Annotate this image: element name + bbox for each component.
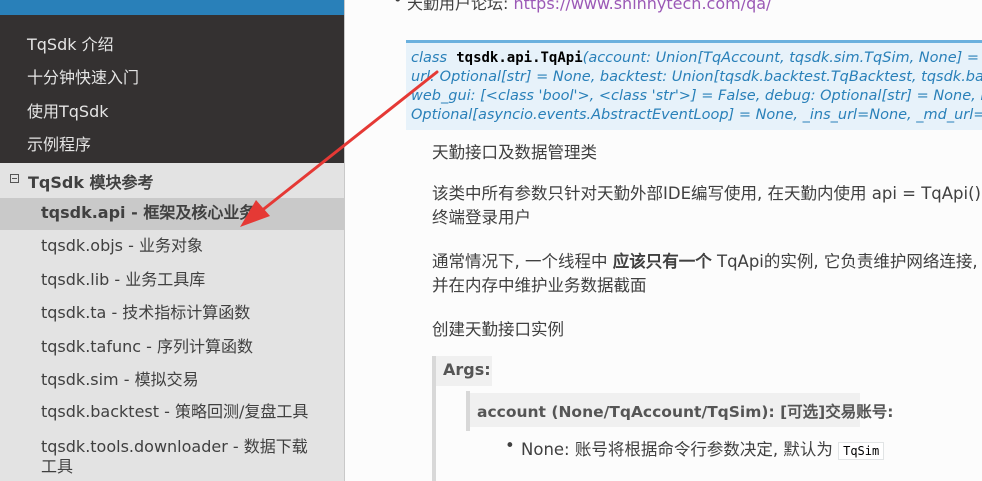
signature-name: tqsdk.api.TqApi — [456, 50, 583, 66]
param-header: account (None/TqAccount/TqSim): [可选]交易账号… — [470, 393, 893, 427]
signature-line-1: class tqsdk.api.TqApi(account: Union[TqA… — [411, 49, 982, 68]
sidebar-subitem-label: tqsdk.api - 框架及核心业务 — [41, 203, 256, 222]
sidebar-item-label: TqSdk 模块参考 — [28, 173, 154, 192]
sidebar-subitem-label-line1: tqsdk.tools.downloader - 数据下载 — [41, 437, 308, 456]
sidebar-subitem-sim[interactable]: tqsdk.sim - 模拟交易 — [0, 365, 345, 397]
signature-line-2: url: Optional[str] = None, backtest: Uni… — [411, 69, 982, 85]
forum-label: 天勤用户论坛: — [407, 0, 514, 13]
sidebar-subitem-label: tqsdk.backtest - 策略回测/复盘工具 — [41, 402, 309, 421]
sidebar-subitem-api[interactable]: tqsdk.api - 框架及核心业务 — [0, 198, 345, 230]
sidebar-subitem-backtest[interactable]: tqsdk.backtest - 策略回测/复盘工具 — [0, 397, 345, 429]
sidebar-subitem-label: tqsdk.tools.downloader - 数据下载 工具 — [41, 437, 308, 477]
sidebar-subitem-downloader[interactable]: tqsdk.tools.downloader - 数据下载 工具 — [0, 432, 345, 481]
param-block: account (None/TqAccount/TqSim): [可选]交易账号… — [466, 391, 982, 431]
param-item-text: None: 账号将根据命令行参数决定, 默认为 — [521, 440, 839, 459]
forum-link[interactable]: https://www.shinnytech.com/qa/ — [513, 0, 771, 13]
args-label: Args: — [443, 360, 491, 379]
param-list-item: • None: 账号将根据命令行参数决定, 默认为 TqSim — [505, 436, 885, 460]
sidebar-subitem-ta[interactable]: tqsdk.ta - 技术指标计算函数 — [0, 298, 345, 330]
bullet-icon: • — [505, 436, 515, 455]
signature-keyword: class — [411, 50, 447, 66]
sidebar-subitem-label: tqsdk.sim - 模拟交易 — [41, 370, 199, 389]
sidebar-item-intro[interactable]: TqSdk 介绍 — [27, 34, 114, 56]
description-title: 天勤接口及数据管理类 — [432, 143, 597, 162]
signature-params-1: (account: Union[TqAccount, tqsdk.sim.TqS… — [582, 50, 982, 66]
forum-list-item: • 天勤用户论坛: https://www.shinnytech.com/qa/ — [393, 0, 771, 14]
description-1-line-1: 该类中所有参数只针对天勤外部IDE编写使用, 在天勤内使用 api = TqAp… — [432, 184, 982, 203]
description-2-bold: 应该只有一个 — [612, 252, 712, 271]
description-create-instance: 创建天勤接口实例 — [432, 320, 564, 339]
args-header: Args: — [436, 356, 492, 386]
sidebar-subitem-tafunc[interactable]: tqsdk.tafunc - 序列计算函数 — [0, 332, 345, 364]
class-signature: class tqsdk.api.TqApi(account: Union[TqA… — [406, 40, 982, 130]
inline-code: TqSim — [838, 442, 885, 460]
args-block: Args: account (None/TqAccount/TqSim): [可… — [432, 356, 982, 481]
sidebar-subitem-label: tqsdk.objs - 业务对象 — [41, 236, 203, 255]
description-1-line-2: 终端登录用户 — [432, 208, 531, 227]
sidebar-item-module-reference[interactable]: TqSdk 模块参考 — [0, 167, 345, 195]
description-paragraph-1: 该类中所有参数只针对天勤外部IDE编写使用, 在天勤内使用 api = TqAp… — [432, 182, 982, 230]
sidebar-top-bar — [0, 0, 345, 15]
param-label: account (None/TqAccount/TqSim): [可选]交易账号… — [477, 403, 894, 421]
collapse-toggle-icon[interactable] — [10, 174, 19, 183]
description-2-pre: 通常情况下, 一个线程中 — [432, 252, 613, 271]
sidebar-item-usage[interactable]: 使用TqSdk — [27, 101, 109, 123]
description-2-post: TqApi的实例, 它负责维护网络连接, 接收行情及账户数据, — [716, 252, 982, 271]
signature-line-4: Optional[asyncio.events.AbstractEventLoo… — [411, 107, 982, 123]
bullet-icon: • — [393, 0, 402, 9]
sidebar-subitem-lib[interactable]: tqsdk.lib - 业务工具库 — [0, 265, 345, 297]
sidebar-subitem-label-line2: 工具 — [41, 457, 74, 476]
sidebar-item-quickstart[interactable]: 十分钟快速入门 — [27, 67, 139, 89]
sidebar-subitem-label: tqsdk.lib - 业务工具库 — [41, 270, 206, 289]
description-paragraph-2: 通常情况下, 一个线程中 应该只有一个 TqApi的实例, 它负责维护网络连接,… — [432, 250, 982, 298]
signature-line-3: web_gui: [<class 'bool'>, <class 'str'>]… — [411, 88, 982, 104]
main-content: • 天勤用户论坛: https://www.shinnytech.com/qa/… — [345, 0, 982, 481]
sidebar-subitem-label: tqsdk.tafunc - 序列计算函数 — [41, 337, 254, 356]
description-2-line-2: 并在内存中维护业务数据截面 — [432, 276, 647, 295]
sidebar-nav: TqSdk 介绍 十分钟快速入门 使用TqSdk 示例程序 TqSdk 模块参考… — [0, 0, 345, 481]
sidebar-item-examples[interactable]: 示例程序 — [27, 134, 91, 156]
sidebar-subitem-objs[interactable]: tqsdk.objs - 业务对象 — [0, 231, 345, 263]
sidebar-subitem-label: tqsdk.ta - 技术指标计算函数 — [41, 303, 251, 322]
